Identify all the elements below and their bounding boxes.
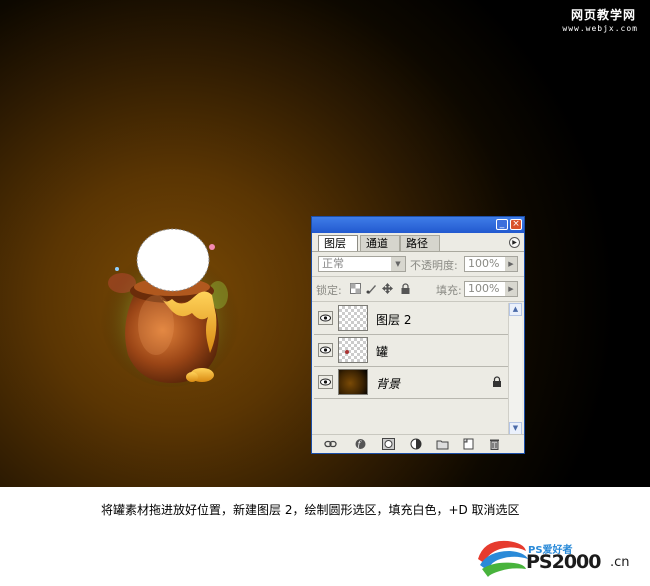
- panel-tabs: 图层 通道 路径 ▶: [312, 233, 524, 252]
- ps2000-logo: PS爱好者 PS2000 .cn: [474, 529, 634, 579]
- logo-swoosh-icon: [478, 540, 528, 577]
- eye-icon[interactable]: [318, 311, 333, 325]
- panel-menu-icon[interactable]: ▶: [509, 237, 520, 248]
- layers-panel: _ × 图层 通道 路径 ▶ 正常 ▼ 不透明度: 100% ▶ 锁定: 填充:…: [311, 216, 525, 454]
- lock-transparency-icon[interactable]: [350, 283, 361, 294]
- opacity-label: 不透明度:: [410, 259, 458, 272]
- layer-thumbnail: [338, 337, 368, 363]
- new-layer-icon[interactable]: [462, 438, 475, 450]
- layer-thumbnail: [338, 305, 368, 331]
- layer-row-layer2[interactable]: 图层 2: [314, 303, 510, 335]
- jar-thumbnail-mark: [345, 350, 349, 354]
- lock-position-move-icon[interactable]: [382, 283, 393, 294]
- fill-input[interactable]: 100% ▶: [464, 281, 518, 297]
- layer-mask-icon[interactable]: [382, 438, 395, 450]
- panel-titlebar[interactable]: _ ×: [312, 217, 524, 233]
- eye-icon[interactable]: [318, 343, 333, 357]
- fill-value: 100%: [468, 282, 500, 295]
- layer-list-scrollbar[interactable]: ▲ ▼: [508, 303, 522, 435]
- link-layers-icon[interactable]: [324, 438, 337, 450]
- trash-icon[interactable]: [488, 438, 501, 450]
- lock-all-icon[interactable]: [400, 283, 411, 294]
- tab-paths[interactable]: 路径: [400, 235, 440, 251]
- lock-row: 锁定: 填充: 100% ▶: [312, 277, 524, 302]
- lock-label: 锁定:: [316, 284, 342, 297]
- layer-name: 图层 2: [376, 313, 412, 327]
- opacity-value: 100%: [468, 257, 500, 270]
- panel-bottom-toolbar: f: [312, 434, 524, 453]
- close-icon[interactable]: ×: [510, 219, 522, 230]
- lock-pixels-brush-icon[interactable]: [366, 283, 377, 294]
- layer-name: 罐: [376, 345, 389, 359]
- logo-main-text: PS2000: [526, 551, 601, 573]
- fill-label: 填充:: [436, 284, 462, 297]
- logo-suffix: .cn: [610, 555, 630, 570]
- tutorial-caption: 将罐素材拖进放好位置，新建图层 2，绘制圆形选区，填充白色，+D 取消选区: [101, 503, 520, 517]
- layer-thumbnail: [338, 369, 368, 395]
- watermark-url: www.webjx.com: [562, 24, 638, 33]
- layer-name: 背景: [376, 377, 401, 391]
- watermark-title: 网页教学网: [570, 8, 636, 22]
- tab-layers[interactable]: 图层: [318, 235, 358, 251]
- layer-list: 图层 2 罐 背景: [314, 303, 510, 435]
- adjustment-layer-icon[interactable]: [410, 438, 423, 450]
- opacity-input[interactable]: 100% ▶: [464, 256, 518, 272]
- scroll-up-icon[interactable]: ▲: [509, 303, 522, 316]
- blend-mode-value: 正常: [322, 257, 344, 270]
- layer-style-icon[interactable]: f: [354, 438, 367, 450]
- fill-slider-arrow-icon[interactable]: ▶: [505, 282, 517, 296]
- honey-jar-artwork: [100, 228, 240, 387]
- tab-channels[interactable]: 通道: [360, 235, 400, 251]
- minimize-icon[interactable]: _: [496, 219, 508, 230]
- eye-icon[interactable]: [318, 375, 333, 389]
- layer-row-background[interactable]: 背景: [314, 367, 510, 399]
- new-group-folder-icon[interactable]: [436, 438, 449, 450]
- blend-mode-select[interactable]: 正常 ▼: [318, 256, 406, 272]
- chevron-down-icon[interactable]: ▼: [391, 257, 405, 271]
- lock-icon: [493, 376, 501, 387]
- layer-row-jar[interactable]: 罐: [314, 335, 510, 367]
- opacity-slider-arrow-icon[interactable]: ▶: [505, 257, 517, 271]
- blend-row: 正常 ▼ 不透明度: 100% ▶: [312, 252, 524, 277]
